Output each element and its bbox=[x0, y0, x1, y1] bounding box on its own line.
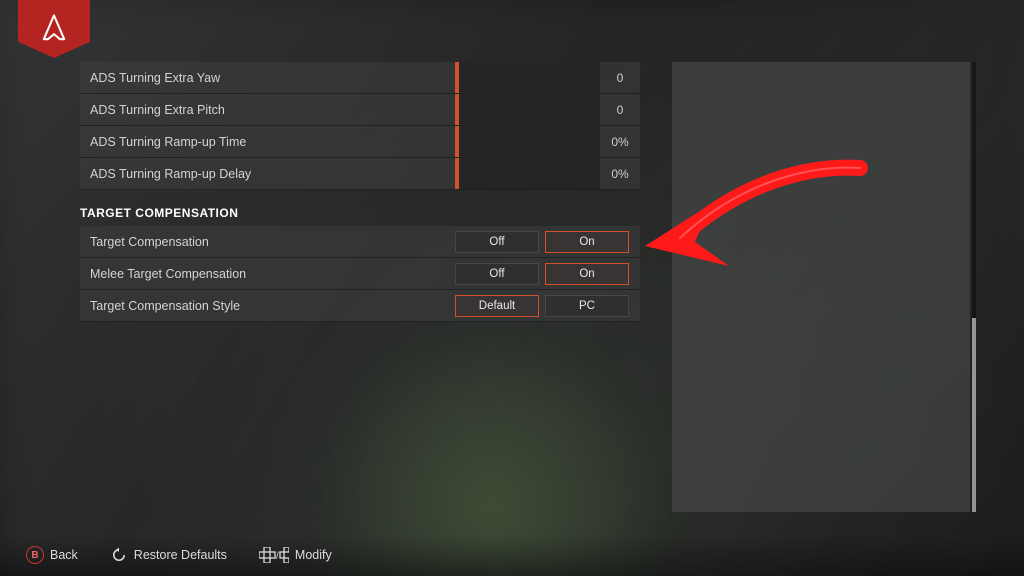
setting-value: 0% bbox=[600, 135, 640, 149]
toggle-option-on[interactable]: On bbox=[545, 231, 629, 253]
toggle-option-off[interactable]: Off bbox=[455, 231, 539, 253]
setting-label: ADS Turning Extra Pitch bbox=[80, 103, 455, 117]
slider-track[interactable] bbox=[455, 94, 600, 125]
toggle-buttons: Off On bbox=[455, 263, 637, 285]
slider-track[interactable] bbox=[455, 158, 600, 189]
setting-value: 0 bbox=[600, 103, 640, 117]
slider-handle[interactable] bbox=[455, 62, 459, 93]
hint-label: Modify bbox=[295, 548, 332, 562]
slider-row-ads-pitch[interactable]: ADS Turning Extra Pitch 0 bbox=[80, 94, 640, 126]
setting-label: ADS Turning Ramp-up Delay bbox=[80, 167, 455, 181]
restore-icon bbox=[110, 546, 128, 564]
setting-label: ADS Turning Ramp-up Time bbox=[80, 135, 455, 149]
hint-modify[interactable]: / Modify bbox=[259, 547, 332, 563]
toggle-option-default[interactable]: Default bbox=[455, 295, 539, 317]
setting-label: ADS Turning Extra Yaw bbox=[80, 71, 455, 85]
description-panel bbox=[672, 62, 970, 512]
scrollbar-thumb[interactable] bbox=[972, 318, 976, 512]
dpad-icon: / bbox=[259, 547, 289, 563]
footer-hints: B Back Restore Defaults / Modify bbox=[0, 534, 1024, 576]
setting-value: 0 bbox=[600, 71, 640, 85]
slider-row-ads-rampup-delay[interactable]: ADS Turning Ramp-up Delay 0% bbox=[80, 158, 640, 190]
hint-label: Restore Defaults bbox=[134, 548, 227, 562]
slider-handle[interactable] bbox=[455, 94, 459, 125]
slider-row-ads-rampup-time[interactable]: ADS Turning Ramp-up Time 0% bbox=[80, 126, 640, 158]
slider-row-ads-yaw[interactable]: ADS Turning Extra Yaw 0 bbox=[80, 62, 640, 94]
slider-track[interactable] bbox=[455, 62, 600, 93]
toggle-option-pc[interactable]: PC bbox=[545, 295, 629, 317]
toggle-option-on[interactable]: On bbox=[545, 263, 629, 285]
slider-track[interactable] bbox=[455, 126, 600, 157]
toggle-row-target-compensation[interactable]: Target Compensation Off On bbox=[80, 226, 640, 258]
hint-label: Back bbox=[50, 548, 78, 562]
hint-back[interactable]: B Back bbox=[26, 546, 78, 564]
section-header: TARGET COMPENSATION bbox=[80, 206, 640, 220]
slider-handle[interactable] bbox=[455, 126, 459, 157]
toggle-row-target-compensation-style[interactable]: Target Compensation Style Default PC bbox=[80, 290, 640, 322]
toggle-row-melee-target-compensation[interactable]: Melee Target Compensation Off On bbox=[80, 258, 640, 290]
apex-logo-icon bbox=[37, 12, 71, 46]
b-button-icon: B bbox=[26, 546, 44, 564]
slider-handle[interactable] bbox=[455, 158, 459, 189]
hint-restore-defaults[interactable]: Restore Defaults bbox=[110, 546, 227, 564]
setting-label: Target Compensation Style bbox=[80, 299, 455, 313]
setting-label: Melee Target Compensation bbox=[80, 267, 455, 281]
setting-label: Target Compensation bbox=[80, 235, 455, 249]
settings-list: ADS Turning Extra Yaw 0 ADS Turning Extr… bbox=[80, 62, 640, 322]
toggle-buttons: Off On bbox=[455, 231, 637, 253]
svg-text:/: / bbox=[276, 551, 279, 562]
setting-value: 0% bbox=[600, 167, 640, 181]
toggle-option-off[interactable]: Off bbox=[455, 263, 539, 285]
toggle-buttons: Default PC bbox=[455, 295, 637, 317]
